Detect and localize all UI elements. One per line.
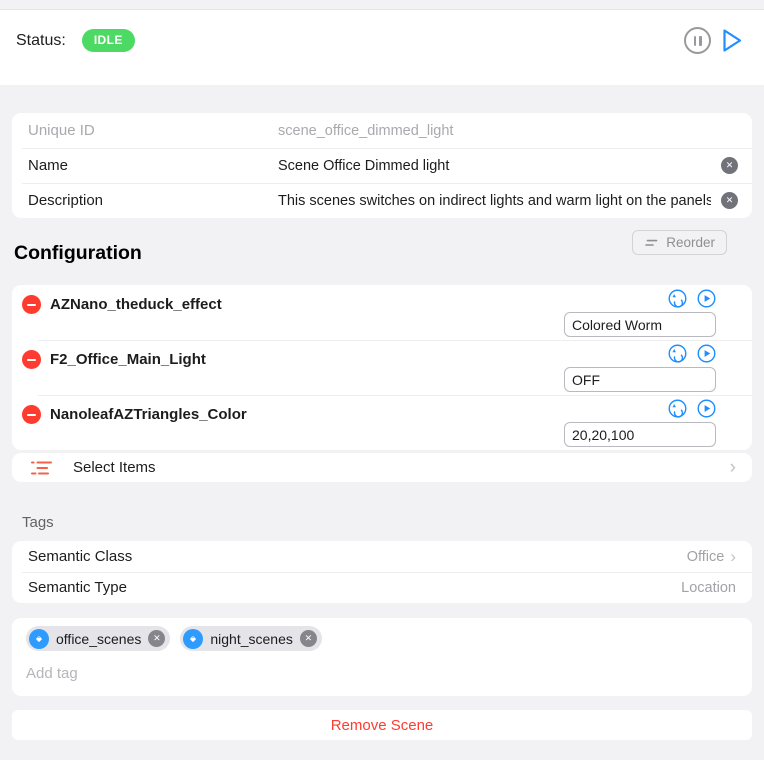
config-item-name: NanoleafAZTriangles_Color — [50, 406, 247, 423]
scene-detail-page: Status: IDLE Unique ID scene_office_dimm… — [0, 9, 764, 740]
tag-icon — [29, 629, 49, 649]
status-badge: IDLE — [82, 29, 135, 52]
configuration-heading: Configuration — [14, 242, 142, 265]
play-icon — [720, 27, 744, 54]
play-button[interactable] — [720, 27, 744, 54]
select-items-label: Select Items — [73, 459, 156, 476]
name-input[interactable] — [278, 158, 711, 174]
status-group: Status: IDLE — [16, 29, 135, 52]
unique-id-row: Unique ID scene_office_dimmed_light — [12, 113, 752, 148]
play-circle-icon — [697, 289, 716, 308]
remove-item-icon[interactable] — [22, 350, 41, 369]
undo-button[interactable] — [668, 399, 687, 418]
name-row: Name — [12, 148, 752, 183]
tag-chip: night_scenes — [180, 626, 322, 651]
tag-chip-label: office_scenes — [56, 631, 141, 647]
unique-id-value: scene_office_dimmed_light — [278, 123, 738, 139]
tag-chips: office_scenes night_scenes — [26, 626, 738, 651]
tag-chip-label: night_scenes — [210, 631, 293, 647]
undo-icon — [668, 289, 687, 308]
status-bar: Status: IDLE — [0, 9, 764, 85]
name-label: Name — [28, 157, 278, 174]
tags-card: office_scenes night_scenes — [12, 618, 752, 696]
config-item-value-input[interactable] — [564, 367, 716, 392]
run-item-button[interactable] — [697, 399, 716, 418]
semantic-class-label: Semantic Class — [28, 548, 132, 565]
semantic-type-row: Semantic Type Location — [12, 572, 752, 603]
tags-section-heading: Tags — [22, 514, 764, 531]
description-row: Description — [12, 183, 752, 218]
semantic-type-value: Location — [681, 580, 736, 596]
reorder-button[interactable]: Reorder — [632, 230, 727, 255]
reorder-icon — [644, 237, 659, 249]
add-tag-input[interactable] — [26, 665, 738, 682]
remove-tag-icon[interactable] — [300, 630, 317, 647]
config-row: F2_Office_Main_Light — [12, 340, 752, 395]
config-item-name: AZNano_theduck_effect — [50, 296, 222, 313]
play-circle-icon — [697, 344, 716, 363]
unique-id-label: Unique ID — [28, 122, 278, 139]
record-fields-card: Unique ID scene_office_dimmed_light Name… — [12, 113, 752, 218]
chevron-right-icon — [730, 458, 736, 477]
config-row: AZNano_theduck_effect — [12, 285, 752, 340]
tag-chip: office_scenes — [26, 626, 170, 651]
undo-button[interactable] — [668, 344, 687, 363]
pause-icon — [684, 27, 711, 54]
config-item-value-input[interactable] — [564, 422, 716, 447]
remove-item-icon[interactable] — [22, 405, 41, 424]
config-item-name: F2_Office_Main_Light — [50, 351, 206, 368]
remove-item-icon[interactable] — [22, 295, 41, 314]
description-input[interactable] — [278, 193, 711, 209]
undo-icon — [668, 399, 687, 418]
play-circle-icon — [697, 399, 716, 418]
tag-icon — [183, 629, 203, 649]
config-row: NanoleafAZTriangles_Color — [12, 395, 752, 450]
semantic-type-label: Semantic Type — [28, 579, 127, 596]
run-item-button[interactable] — [697, 344, 716, 363]
undo-icon — [668, 344, 687, 363]
semantic-class-row[interactable]: Semantic Class Office — [12, 541, 752, 572]
description-label: Description — [28, 192, 278, 209]
config-item-value-input[interactable] — [564, 312, 716, 337]
chevron-right-icon — [730, 548, 736, 565]
pause-button[interactable] — [684, 27, 711, 54]
status-label: Status: — [16, 32, 66, 50]
status-actions — [684, 27, 744, 54]
description-clear-icon[interactable] — [721, 192, 738, 209]
semantic-card: Semantic Class Office Semantic Type Loca… — [12, 541, 752, 603]
reorder-label: Reorder — [666, 235, 715, 250]
select-items-row[interactable]: Select Items — [12, 453, 752, 482]
configuration-header: Reorder Configuration — [0, 218, 764, 285]
semantic-class-value: Office — [687, 549, 725, 565]
remove-scene-button[interactable]: Remove Scene — [331, 717, 434, 734]
remove-scene-row: Remove Scene — [12, 710, 752, 740]
remove-tag-icon[interactable] — [148, 630, 165, 647]
name-clear-icon[interactable] — [721, 157, 738, 174]
list-indent-icon — [30, 459, 53, 477]
run-item-button[interactable] — [697, 289, 716, 308]
undo-button[interactable] — [668, 289, 687, 308]
configuration-card: AZNano_theduck_effect — [12, 285, 752, 450]
